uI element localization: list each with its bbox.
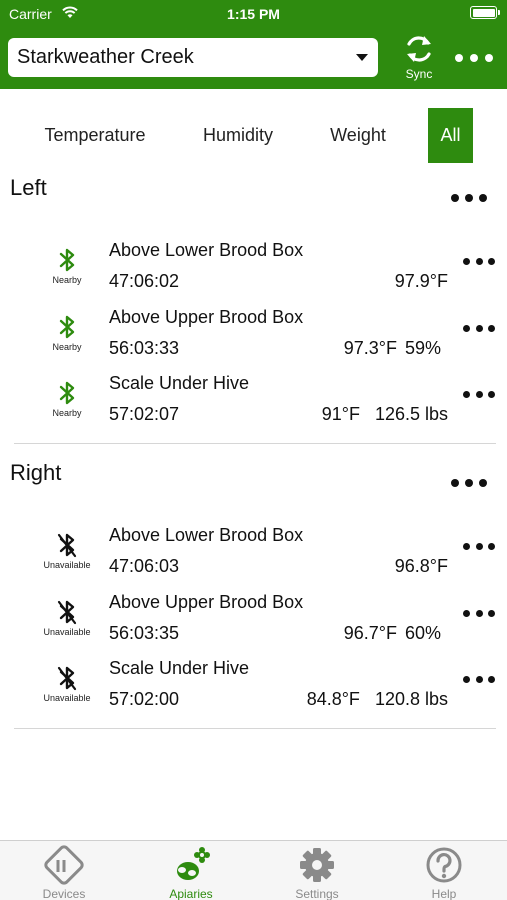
metric-filter-tabs: Temperature Humidity Weight All	[0, 108, 507, 164]
filter-weight-label: Weight	[330, 125, 386, 145]
sensor-weight: 120.8 lbs	[374, 689, 448, 709]
bluetooth-icon	[59, 248, 75, 272]
sensor-values: 84.8°F 120.8 lbs	[307, 689, 448, 710]
connection-status-label: Unavailable	[43, 560, 91, 570]
sensor-more-button[interactable]	[463, 323, 495, 333]
connection-status-label: Unavailable	[43, 627, 91, 637]
bottom-tab-bar: Devices Apiaries Settings Help	[0, 840, 507, 900]
sensor-more-button[interactable]	[463, 608, 495, 618]
filter-weight[interactable]: Weight	[318, 108, 398, 163]
bluetooth-status: Unavailable	[40, 599, 94, 637]
sensor-name: Above Lower Brood Box	[109, 525, 304, 545]
filter-humidity[interactable]: Humidity	[188, 108, 288, 163]
sensor-temperature: 91°F	[321, 404, 360, 424]
header-more-button[interactable]	[455, 51, 493, 65]
filter-temperature[interactable]: Temperature	[28, 108, 162, 163]
bluetooth-icon	[59, 315, 75, 339]
tab-settings-label: Settings	[295, 887, 339, 900]
tab-help-label: Help	[431, 887, 457, 900]
sensor-more-button[interactable]	[463, 674, 495, 684]
chevron-down-icon	[356, 54, 368, 61]
sensor-temperature: 96.8°F	[394, 556, 448, 576]
sync-label: Sync	[405, 67, 433, 81]
sensor-temperature: 97.9°F	[394, 271, 448, 291]
sensor-row[interactable]: Nearby Scale Under Hive 57:02:07 91°F 126…	[0, 373, 507, 435]
bluetooth-off-icon	[57, 533, 77, 558]
sensor-name: Above Upper Brood Box	[109, 307, 304, 327]
sensor-row[interactable]: Nearby Above Upper Brood Box 56:03:33 97…	[0, 307, 507, 369]
tab-devices[interactable]: Devices	[14, 845, 114, 900]
section-title-right: Right	[10, 460, 62, 485]
sensor-name: Scale Under Hive	[109, 373, 250, 393]
sensor-elapsed-time: 57:02:00	[109, 689, 180, 709]
tab-apiaries-label: Apiaries	[169, 887, 213, 900]
connection-status-label: Nearby	[52, 342, 82, 352]
sensor-humidity: 60%	[404, 623, 441, 643]
sensor-temperature: 96.7°F	[343, 623, 397, 643]
section-right-more-button[interactable]	[451, 478, 487, 488]
sensor-humidity: 59%	[404, 338, 441, 358]
sync-button[interactable]: Sync	[397, 32, 441, 86]
tab-settings[interactable]: Settings	[267, 845, 367, 900]
connection-status-label: Nearby	[52, 408, 82, 418]
sensor-row[interactable]: Nearby Above Lower Brood Box 47:06:02 97…	[0, 240, 507, 302]
app-header: Carrier 1:15 PM Starkweather Creek Sync	[0, 0, 507, 89]
tab-help[interactable]: Help	[394, 845, 494, 900]
sensor-elapsed-time: 57:02:07	[109, 404, 180, 424]
apiary-dropdown[interactable]: Starkweather Creek	[8, 38, 378, 77]
bluetooth-icon	[59, 381, 75, 405]
sensor-more-button[interactable]	[463, 389, 495, 399]
apiary-dropdown-value: Starkweather Creek	[17, 46, 194, 68]
sync-icon	[407, 36, 431, 62]
bluetooth-status: Nearby	[40, 247, 94, 285]
bluetooth-status: Unavailable	[40, 532, 94, 570]
sensor-elapsed-time: 56:03:33	[109, 338, 180, 358]
help-icon	[426, 847, 462, 883]
sensor-more-button[interactable]	[463, 256, 495, 266]
status-bar: Carrier 1:15 PM	[0, 0, 507, 30]
gear-icon	[300, 848, 334, 882]
filter-all-label: All	[440, 125, 461, 145]
sensor-values: 97.9°F	[395, 271, 448, 292]
bluetooth-status: Nearby	[40, 314, 94, 352]
filter-temperature-label: Temperature	[44, 125, 146, 145]
bluetooth-off-icon	[57, 666, 77, 691]
filter-all[interactable]: All	[428, 108, 473, 163]
sensor-elapsed-time: 47:06:02	[109, 271, 180, 291]
battery-icon	[470, 6, 500, 19]
tab-devices-label: Devices	[42, 887, 86, 900]
sensor-values: 97.3°F 59%	[344, 338, 441, 359]
sensor-values: 96.7°F 60%	[344, 623, 441, 644]
sensor-more-button[interactable]	[463, 541, 495, 551]
sensor-temperature: 84.8°F	[306, 689, 360, 709]
sensor-elapsed-time: 47:06:03	[109, 556, 180, 576]
filter-humidity-label: Humidity	[202, 125, 273, 145]
sensor-row[interactable]: Unavailable Above Upper Brood Box 56:03:…	[0, 592, 507, 654]
sensor-name: Above Lower Brood Box	[109, 240, 304, 260]
section-divider	[14, 443, 496, 444]
bluetooth-status: Nearby	[40, 380, 94, 418]
sensor-row[interactable]: Unavailable Scale Under Hive 57:02:00 84…	[0, 658, 507, 720]
sensor-name: Above Upper Brood Box	[109, 592, 304, 612]
sensor-name: Scale Under Hive	[109, 658, 250, 678]
devices-icon	[44, 845, 84, 885]
connection-status-label: Unavailable	[43, 693, 91, 703]
sensor-values: 96.8°F	[395, 556, 448, 577]
clock-time: 1:15 PM	[227, 6, 280, 22]
bluetooth-status: Unavailable	[40, 665, 94, 703]
sensor-weight: 126.5 lbs	[374, 404, 448, 424]
sensor-values: 91°F 126.5 lbs	[322, 404, 448, 425]
apiaries-icon	[177, 847, 210, 880]
section-title-left: Left	[10, 175, 47, 200]
sensor-row[interactable]: Unavailable Above Lower Brood Box 47:06:…	[0, 525, 507, 587]
sensor-temperature: 97.3°F	[343, 338, 397, 358]
bluetooth-off-icon	[57, 600, 77, 625]
section-divider	[14, 728, 496, 729]
sensor-elapsed-time: 56:03:35	[109, 623, 180, 643]
connection-status-label: Nearby	[52, 275, 82, 285]
tab-apiaries[interactable]: Apiaries	[141, 845, 241, 900]
section-left-more-button[interactable]	[451, 193, 487, 203]
